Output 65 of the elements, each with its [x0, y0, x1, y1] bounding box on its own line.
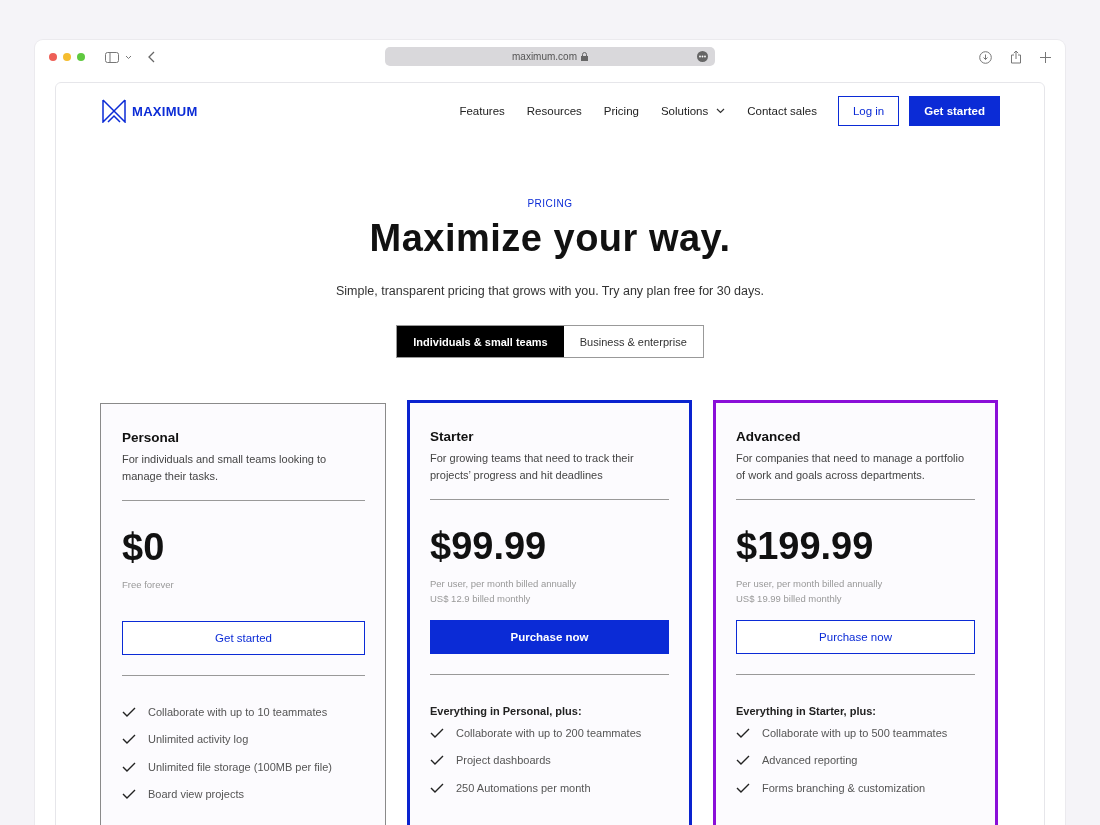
page-title: Maximize your way. [369, 217, 731, 260]
page-subtitle: Simple, transparent pricing that grows with you. Try any plan free for 30 days. [336, 284, 764, 298]
feature-text: Forms branching & customization [762, 781, 926, 794]
check-icon [430, 755, 444, 766]
nav-link[interactable]: Features [459, 105, 505, 117]
features-heading: Everything in Starter, plus: [736, 705, 877, 717]
price-note: Per user, per month billed annually [736, 577, 884, 591]
share-icon[interactable] [1010, 50, 1022, 64]
price-note: Free forever [122, 578, 175, 592]
price-note: US$ 19.99 billed monthly [736, 592, 843, 606]
nav-link[interactable]: Solutions [660, 105, 726, 117]
login-button[interactable]: Log in [837, 96, 900, 126]
plan-name: Advanced [736, 429, 802, 444]
check-icon [736, 755, 750, 766]
feature-text: Unlimited file storage (100MB per file) [148, 760, 333, 773]
close-window-dot[interactable] [49, 53, 57, 61]
check-icon [122, 789, 136, 800]
check-icon [736, 782, 750, 793]
plan-name: Personal [122, 430, 181, 445]
plan-description: For individuals and small teams looking to manage their tasks. [122, 452, 328, 484]
address-bar[interactable]: maximum.com [385, 47, 715, 66]
plan-tab[interactable]: Individuals & small teams [397, 326, 564, 357]
minimize-window-dot[interactable] [63, 53, 71, 61]
price-note: US$ 12.9 billed monthly [430, 592, 532, 606]
feature-text: Advanced reporting [762, 754, 858, 767]
chevron-down-icon[interactable] [125, 54, 132, 60]
plan-price: $199.99 [736, 524, 875, 568]
plan-button[interactable]: Purchase now [430, 620, 669, 654]
nav-link[interactable]: Pricing [603, 105, 639, 117]
plan-button[interactable]: Purchase now [736, 620, 975, 654]
get-started-button[interactable]: Get started [909, 96, 1000, 126]
logo-icon[interactable] [102, 99, 126, 123]
features-heading: Everything in Personal, plus: [430, 705, 583, 717]
feature-text: Project dashboards [456, 754, 551, 767]
feature-text: Unlimited activity log [148, 733, 249, 746]
more-icon[interactable] [697, 51, 708, 62]
logo-text: MAXIMUM [132, 103, 198, 119]
maximize-window-dot[interactable] [77, 53, 85, 61]
url-text: maximum.com [512, 51, 577, 62]
plan-price: $99.99 [430, 524, 548, 568]
feature-text: Collaborate with up to 200 teammates [456, 726, 642, 739]
check-icon [122, 761, 136, 772]
feature-text: 250 Automations per month [456, 781, 591, 794]
plus-icon[interactable] [1040, 51, 1051, 63]
section-eyebrow: PRICING [527, 198, 573, 209]
feature-text: Collaborate with up to 10 teammates [148, 705, 328, 718]
plan-description: For companies that need to manage a portfolio of work and goals across departments. [736, 451, 966, 483]
nav-link[interactable]: Contact sales [747, 105, 817, 117]
sidebar-icon[interactable] [105, 51, 119, 63]
plan-name: Starter [430, 429, 475, 444]
check-icon [736, 727, 750, 738]
nav-link[interactable]: Resources [526, 105, 582, 117]
check-icon [122, 734, 136, 745]
lock-icon [581, 52, 588, 61]
download-icon[interactable] [979, 50, 992, 64]
back-icon[interactable] [148, 51, 155, 63]
check-icon [430, 727, 444, 738]
plan-description: For growing teams that need to track their projects’ progress and hit deadlines [430, 451, 635, 483]
feature-text: Board view projects [148, 788, 244, 801]
check-icon [122, 706, 136, 717]
plan-button[interactable]: Get started [122, 621, 365, 655]
check-icon [430, 782, 444, 793]
price-note: Per user, per month billed annually [430, 577, 578, 591]
feature-text: Collaborate with up to 500 teammates [762, 726, 948, 739]
plan-price: $0 [122, 525, 166, 569]
